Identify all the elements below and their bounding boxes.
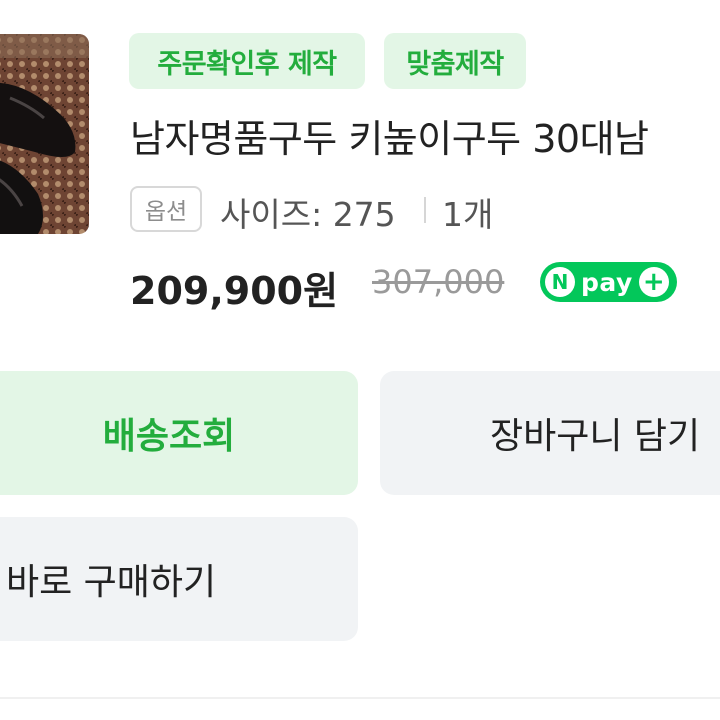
- add-to-cart-button[interactable]: 장바구니 담기: [380, 371, 720, 495]
- tag-custom-made: 맞춤제작: [384, 33, 526, 89]
- product-image[interactable]: [0, 34, 89, 234]
- option-badge: 옵션: [130, 186, 202, 232]
- option-size: 사이즈: 275: [220, 195, 396, 234]
- dress-shoes-icon: [0, 34, 89, 234]
- npay-plus-badge: N pay +: [540, 262, 677, 302]
- product-title[interactable]: 남자명품구두 키높이구두 30대남: [130, 108, 649, 163]
- npay-label: pay: [581, 267, 633, 297]
- buy-now-button[interactable]: 바로 구매하기: [0, 517, 358, 641]
- plus-icon: +: [638, 267, 669, 297]
- track-delivery-button[interactable]: 배송조회: [0, 371, 358, 495]
- option-divider: [424, 197, 426, 223]
- sale-price: 209,900원: [130, 269, 339, 313]
- npay-n-icon: N: [545, 267, 575, 297]
- add-to-cart-label: 장바구니 담기: [490, 416, 701, 457]
- section-divider: [0, 697, 720, 699]
- track-delivery-label: 배송조회: [102, 416, 236, 457]
- buy-now-label: 바로 구매하기: [6, 562, 217, 603]
- tag-made-after-order: 주문확인후 제작: [129, 33, 365, 89]
- original-price: 307,000: [372, 263, 505, 301]
- option-quantity: 1개: [442, 195, 494, 234]
